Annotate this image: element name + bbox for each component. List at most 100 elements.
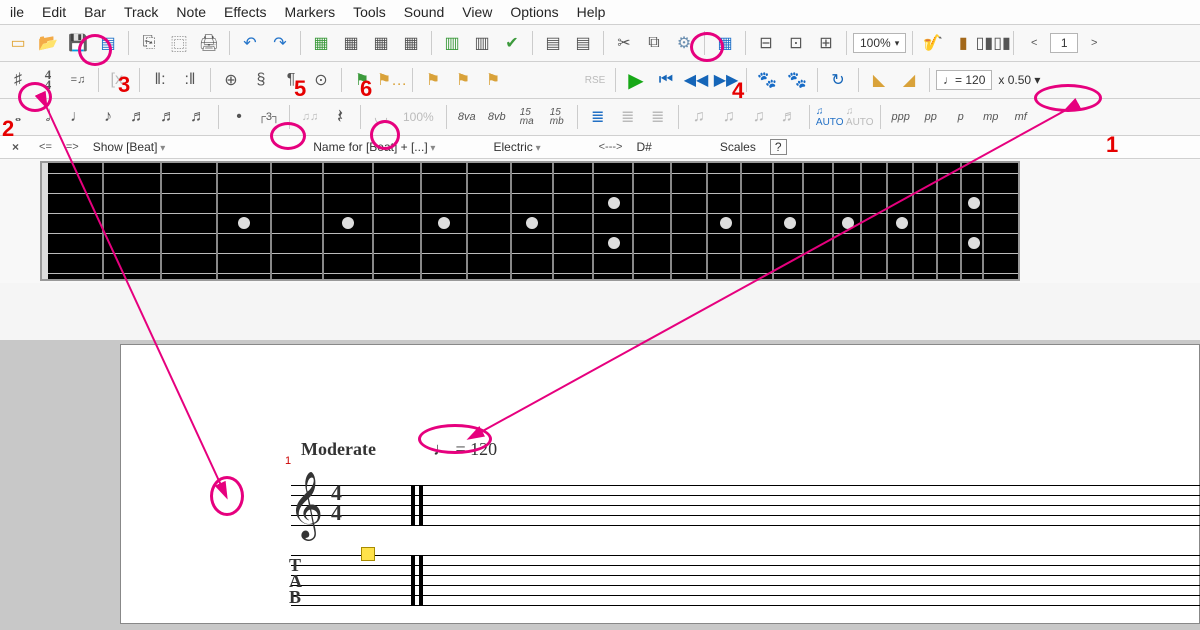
marker-first-icon[interactable]: ⚑ <box>449 66 477 94</box>
cursor-box[interactable] <box>361 547 375 561</box>
new-icon[interactable]: ▭ <box>4 29 32 57</box>
coda-icon[interactable]: ⊕ <box>217 66 245 94</box>
whole-note-icon[interactable]: 𝅝 <box>4 103 32 131</box>
paw1-icon[interactable]: 🐾 <box>753 66 781 94</box>
menu-note[interactable]: Note <box>176 4 206 20</box>
key-label[interactable]: D# <box>636 140 651 154</box>
score-page[interactable]: Moderate ♩ = 120 1 𝄞 44 T A <box>120 344 1200 624</box>
tuplet-icon[interactable]: ┌3┐ <box>255 103 283 131</box>
triplet-feel-icon[interactable]: =♫ <box>64 66 92 94</box>
play-icon[interactable]: ▶ <box>622 66 650 94</box>
menu-markers[interactable]: Markers <box>285 4 336 20</box>
menu-bar-item[interactable]: Bar <box>84 4 106 20</box>
print-preview-icon[interactable]: ⿴ <box>165 29 193 57</box>
menu-help[interactable]: Help <box>577 4 606 20</box>
loop-icon[interactable]: ↻ <box>824 66 852 94</box>
electric-combo[interactable]: Electric <box>493 140 540 154</box>
dyn-mp-icon[interactable]: mp <box>977 103 1005 131</box>
triangle1-icon[interactable]: ◣ <box>865 66 893 94</box>
align-left-icon[interactable]: ≣ <box>584 103 612 131</box>
score-props-icon[interactable]: ▤ <box>569 29 597 57</box>
print-icon[interactable]: 🖨 <box>195 29 223 57</box>
quindicesima-up-icon[interactable]: 15ma <box>513 103 541 131</box>
menu-tools[interactable]: Tools <box>353 4 386 20</box>
arrows-label[interactable]: <---> <box>599 141 623 153</box>
nav-next[interactable]: => <box>66 141 79 153</box>
time-signature-icon[interactable]: 44 <box>34 66 62 94</box>
undo-icon[interactable]: ↶ <box>236 29 264 57</box>
dyn-pp-icon[interactable]: pp <box>917 103 945 131</box>
tempo-field[interactable]: ♩= 120 <box>936 70 992 90</box>
quarter-note-icon[interactable]: ♩ <box>64 103 92 131</box>
track-props-icon[interactable]: ▦ <box>367 29 395 57</box>
sixtyfourth-note-icon[interactable]: ♬ <box>184 103 212 131</box>
half-note-icon[interactable]: 𝅗𝅥 <box>34 103 62 131</box>
prev-bar-icon[interactable]: ◀◀ <box>682 66 710 94</box>
layout-icon[interactable]: ⊟ <box>752 29 780 57</box>
metronome-icon[interactable]: ▮ <box>949 29 977 57</box>
rest-icon[interactable]: 𝄽 <box>326 103 354 131</box>
fermata-icon[interactable]: ◡ <box>367 103 395 131</box>
score-info-icon[interactable]: ▤ <box>539 29 567 57</box>
bar-check-icon[interactable]: ✔ <box>498 29 526 57</box>
menu-track[interactable]: Track <box>124 4 158 20</box>
segno-icon[interactable]: § <box>247 66 275 94</box>
page-prev-icon[interactable]: < <box>1020 29 1048 57</box>
next-bar-icon[interactable]: ▶▶ <box>712 66 740 94</box>
menu-file[interactable]: ile <box>10 4 24 20</box>
marker-prev-icon[interactable]: ⚑ <box>419 66 447 94</box>
thirtysecond-note-icon[interactable]: ♬ <box>154 103 182 131</box>
marker-list-icon[interactable]: ⚑… <box>378 66 406 94</box>
layout2-icon[interactable]: ⊡ <box>782 29 810 57</box>
triangle2-icon[interactable]: ◢ <box>895 66 923 94</box>
dotted-icon[interactable]: • <box>225 103 253 131</box>
bar-insert-icon[interactable]: ▥ <box>468 29 496 57</box>
align-right-icon[interactable]: ≣ <box>644 103 672 131</box>
dyn-mf-icon[interactable]: mf <box>1007 103 1035 131</box>
auto-beam2-icon[interactable]: ♫AUTO <box>846 103 874 131</box>
copy-icon[interactable]: ⧉ <box>640 29 668 57</box>
beam-icon[interactable]: ♫ <box>685 103 713 131</box>
open-icon[interactable]: 📂 <box>34 29 62 57</box>
scales-label[interactable]: Scales <box>720 140 756 154</box>
redo-icon[interactable]: ↷ <box>266 29 294 57</box>
beam3-icon[interactable]: ♫ <box>745 103 773 131</box>
close-icon[interactable]: × <box>12 140 19 154</box>
sixteenth-note-icon[interactable]: ♬ <box>124 103 152 131</box>
track-remove-icon[interactable]: ▦ <box>337 29 365 57</box>
zoom-combo[interactable]: 100%▾ <box>853 33 906 53</box>
page-setup-icon[interactable]: ⎘ <box>135 29 163 57</box>
gear-icon[interactable]: ⚙ <box>670 29 698 57</box>
menu-view[interactable]: View <box>462 4 492 20</box>
help-icon[interactable]: ? <box>770 139 787 155</box>
track-clone-icon[interactable]: ▦ <box>397 29 425 57</box>
first-icon[interactable]: ⏮ <box>652 66 680 94</box>
menu-sound[interactable]: Sound <box>404 4 444 20</box>
align-center-icon[interactable]: ≣ <box>614 103 642 131</box>
tie-icon[interactable]: ♫♫ <box>296 103 324 131</box>
auto-beam-icon[interactable]: ♫AUTO <box>816 103 844 131</box>
da-capo-icon[interactable]: ⊙ <box>307 66 335 94</box>
quindicesima-down-icon[interactable]: 15mb <box>543 103 571 131</box>
beam2-icon[interactable]: ♫ <box>715 103 743 131</box>
text-icon[interactable]: [x. <box>105 66 133 94</box>
dyn-ppp-icon[interactable]: ppp <box>887 103 915 131</box>
keyboard-icon[interactable]: ▯▮▯▮ <box>979 29 1007 57</box>
template-icon[interactable]: ▤ <box>94 29 122 57</box>
rse-icon[interactable]: RSE <box>581 66 609 94</box>
layout3-icon[interactable]: ⊞ <box>812 29 840 57</box>
repeat-open-icon[interactable]: ‖: <box>146 66 174 94</box>
bar-add-icon[interactable]: ▥ <box>438 29 466 57</box>
save-icon[interactable]: 💾 <box>64 29 92 57</box>
key-signature-icon[interactable]: ♯ <box>4 66 32 94</box>
menu-options[interactable]: Options <box>510 4 558 20</box>
speed-combo[interactable]: x 0.50 ▾ <box>994 71 1044 89</box>
show-beat-combo[interactable]: Show [Beat] <box>93 140 166 154</box>
marker-next-icon[interactable]: ⚑ <box>479 66 507 94</box>
nav-prev[interactable]: <= <box>39 141 52 153</box>
menu-edit[interactable]: Edit <box>42 4 66 20</box>
beam4-icon[interactable]: ♬ <box>775 103 803 131</box>
ottava-up-icon[interactable]: 8va <box>453 103 481 131</box>
ottava-down-icon[interactable]: 8vb <box>483 103 511 131</box>
section-icon[interactable]: ¶ <box>277 66 305 94</box>
